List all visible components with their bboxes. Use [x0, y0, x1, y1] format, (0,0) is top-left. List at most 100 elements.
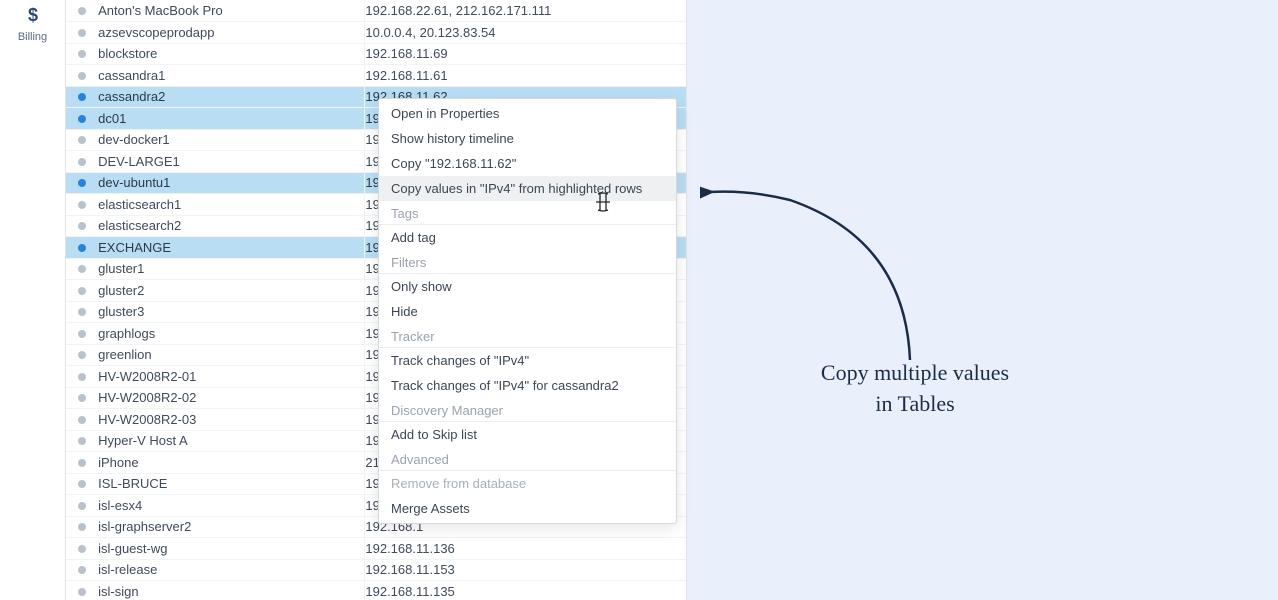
- status-cell: [66, 301, 98, 323]
- status-cell: [66, 172, 98, 194]
- asset-ip[interactable]: 192.168.11.69: [365, 43, 686, 65]
- table-row[interactable]: Anton's MacBook Pro192.168.22.61, 212.16…: [66, 0, 686, 22]
- status-cell: [66, 366, 98, 388]
- asset-name[interactable]: isl-guest-wg: [98, 538, 365, 560]
- asset-name[interactable]: cassandra2: [98, 86, 365, 108]
- sidebar-label: Billing: [0, 31, 65, 43]
- asset-name[interactable]: gluster2: [98, 280, 365, 302]
- status-dot-icon: [78, 502, 86, 510]
- dollar-icon: $: [0, 6, 65, 29]
- asset-name[interactable]: cassandra1: [98, 65, 365, 87]
- asset-ip[interactable]: 192.168.11.136: [365, 538, 686, 560]
- asset-name[interactable]: elasticsearch1: [98, 194, 365, 216]
- status-dot-icon: [78, 373, 86, 381]
- status-dot-icon: [78, 179, 86, 187]
- menu-merge[interactable]: Merge Assets: [379, 496, 676, 521]
- status-cell: [66, 215, 98, 237]
- status-dot-icon: [78, 222, 86, 230]
- asset-name[interactable]: isl-release: [98, 559, 365, 581]
- asset-name[interactable]: graphlogs: [98, 323, 365, 345]
- asset-ip[interactable]: 192.168.11.153: [365, 559, 686, 581]
- table-row[interactable]: cassandra1192.168.11.61: [66, 65, 686, 87]
- asset-name[interactable]: gluster3: [98, 301, 365, 323]
- status-cell: [66, 473, 98, 495]
- menu-open[interactable]: Open in Properties: [379, 101, 676, 126]
- asset-name[interactable]: blockstore: [98, 43, 365, 65]
- status-cell: [66, 108, 98, 130]
- menu-section-filters: Filters: [379, 250, 676, 273]
- status-cell: [66, 559, 98, 581]
- status-dot-icon: [78, 351, 86, 359]
- status-dot-icon: [78, 158, 86, 166]
- asset-name[interactable]: DEV-LARGE1: [98, 151, 365, 173]
- table-row[interactable]: isl-guest-wg192.168.11.136: [66, 538, 686, 560]
- asset-ip[interactable]: 10.0.0.4, 20.123.83.54: [365, 22, 686, 44]
- menu-copy-value[interactable]: Copy "192.168.11.62": [379, 151, 676, 176]
- status-cell: [66, 581, 98, 600]
- status-dot-icon: [78, 394, 86, 402]
- status-dot-icon: [78, 523, 86, 531]
- status-cell: [66, 452, 98, 474]
- status-dot-icon: [78, 459, 86, 467]
- asset-name[interactable]: HV-W2008R2-03: [98, 409, 365, 431]
- menu-section-advanced: Advanced: [379, 447, 676, 470]
- sidebar: $ Billing: [0, 0, 66, 600]
- menu-only-show[interactable]: Only show: [379, 274, 676, 299]
- asset-name[interactable]: HV-W2008R2-01: [98, 366, 365, 388]
- status-cell: [66, 323, 98, 345]
- asset-ip[interactable]: 192.168.11.135: [365, 581, 686, 600]
- asset-name[interactable]: Hyper-V Host A: [98, 430, 365, 452]
- asset-name[interactable]: EXCHANGE: [98, 237, 365, 259]
- asset-name[interactable]: HV-W2008R2-02: [98, 387, 365, 409]
- status-dot-icon: [78, 416, 86, 424]
- menu-add-tag[interactable]: Add tag: [379, 225, 676, 250]
- status-cell: [66, 409, 98, 431]
- asset-name[interactable]: azsevscopeprodapp: [98, 22, 365, 44]
- table-row[interactable]: azsevscopeprodapp10.0.0.4, 20.123.83.54: [66, 22, 686, 44]
- status-cell: [66, 280, 98, 302]
- asset-name[interactable]: greenlion: [98, 344, 365, 366]
- status-dot-icon: [78, 437, 86, 445]
- menu-track-host[interactable]: Track changes of "IPv4" for cassandra2: [379, 373, 676, 398]
- asset-name[interactable]: isl-graphserver2: [98, 516, 365, 538]
- menu-copy-column[interactable]: Copy values in "IPv4" from highlighted r…: [379, 176, 676, 201]
- table-row[interactable]: isl-sign192.168.11.135: [66, 581, 686, 600]
- status-dot-icon: [78, 72, 86, 80]
- menu-hide[interactable]: Hide: [379, 299, 676, 324]
- table-row[interactable]: blockstore192.168.11.69: [66, 43, 686, 65]
- sidebar-item-billing[interactable]: $ Billing: [0, 2, 65, 53]
- status-dot-icon: [78, 308, 86, 316]
- status-cell: [66, 86, 98, 108]
- menu-section-tracker: Tracker: [379, 324, 676, 347]
- context-menu: Open in Properties Show history timeline…: [378, 98, 677, 524]
- status-dot-icon: [78, 7, 86, 15]
- status-cell: [66, 387, 98, 409]
- asset-name[interactable]: dev-docker1: [98, 129, 365, 151]
- status-dot-icon: [78, 330, 86, 338]
- asset-name[interactable]: iPhone: [98, 452, 365, 474]
- asset-name[interactable]: elasticsearch2: [98, 215, 365, 237]
- menu-track-field[interactable]: Track changes of "IPv4": [379, 348, 676, 373]
- asset-name[interactable]: gluster1: [98, 258, 365, 280]
- asset-name[interactable]: dev-ubuntu1: [98, 172, 365, 194]
- asset-ip[interactable]: 192.168.22.61, 212.162.171.111: [365, 0, 686, 22]
- annotation-text: Copy multiple values in Tables: [790, 358, 1040, 420]
- status-dot-icon: [78, 566, 86, 574]
- status-cell: [66, 151, 98, 173]
- asset-name[interactable]: Anton's MacBook Pro: [98, 0, 365, 22]
- status-cell: [66, 0, 98, 22]
- asset-name[interactable]: isl-esx4: [98, 495, 365, 517]
- asset-ip[interactable]: 192.168.11.61: [365, 65, 686, 87]
- status-dot-icon: [78, 93, 86, 101]
- asset-name[interactable]: ISL-BRUCE: [98, 473, 365, 495]
- asset-name[interactable]: dc01: [98, 108, 365, 130]
- table-row[interactable]: isl-release192.168.11.153: [66, 559, 686, 581]
- asset-name[interactable]: isl-sign: [98, 581, 365, 600]
- status-cell: [66, 430, 98, 452]
- status-dot-icon: [78, 265, 86, 273]
- status-cell: [66, 495, 98, 517]
- status-dot-icon: [78, 480, 86, 488]
- menu-skip[interactable]: Add to Skip list: [379, 422, 676, 447]
- menu-show-history[interactable]: Show history timeline: [379, 126, 676, 151]
- status-dot-icon: [78, 287, 86, 295]
